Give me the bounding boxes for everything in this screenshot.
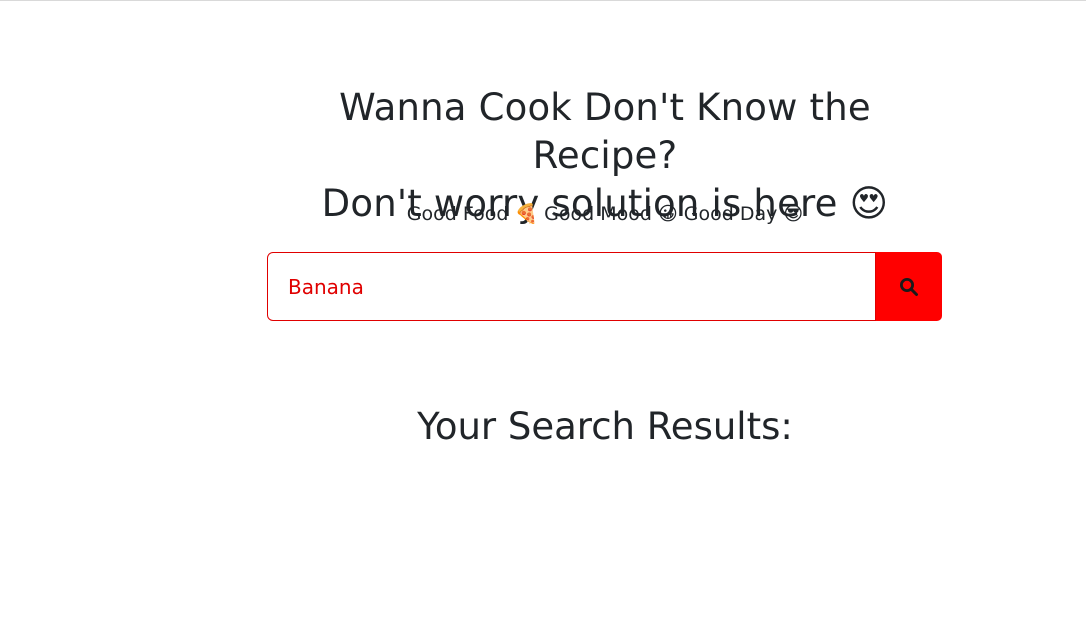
tagline: Good Food 🍕 Good Mood 😀 Good Day 😎 [406,203,804,225]
search-input[interactable] [267,252,877,321]
page-title-line-1: Wanna Cook Don't Know the Recipe? [339,86,871,177]
results-heading: Your Search Results: [417,405,793,448]
search-button[interactable] [876,252,942,321]
top-divider [0,0,1086,1]
search-icon [900,277,919,296]
search-bar [267,252,942,321]
